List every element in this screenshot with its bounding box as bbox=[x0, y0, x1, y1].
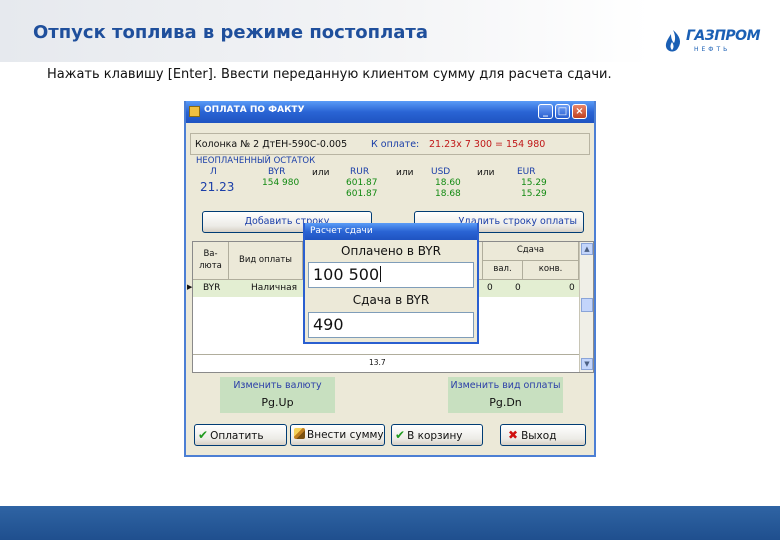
eur-value-1: 15.29 bbox=[521, 178, 547, 188]
exit-button-label: Выход bbox=[521, 430, 557, 442]
change-output[interactable]: 490 bbox=[308, 312, 474, 338]
enter-sum-button[interactable]: Внести сумму bbox=[290, 424, 385, 446]
or-label-1: или bbox=[312, 168, 330, 178]
change-value: 490 bbox=[313, 315, 344, 334]
header-change: Сдача bbox=[483, 242, 579, 261]
change-currency-label: Изменить валюту bbox=[233, 380, 322, 391]
enter-sum-button-label: Внести сумму bbox=[307, 429, 384, 441]
flame-icon bbox=[665, 30, 681, 52]
app-icon bbox=[189, 106, 200, 117]
dialog-titlebar[interactable]: Расчет сдачи bbox=[305, 223, 477, 240]
totals-value: 13.7 bbox=[369, 358, 386, 367]
row-currency: BYR bbox=[203, 283, 221, 293]
usd-value-1: 18.60 bbox=[435, 178, 461, 188]
eur-label: EUR bbox=[517, 167, 536, 177]
close-button[interactable]: × bbox=[572, 104, 587, 119]
check-icon: ✔ bbox=[395, 428, 406, 442]
logo-subtext: НЕФТЬ bbox=[694, 46, 731, 53]
row-value-2: 0 bbox=[515, 283, 521, 293]
header-pay-type: Вид оплаты bbox=[229, 242, 303, 280]
liters-label: Л bbox=[210, 167, 217, 177]
to-cart-button[interactable]: ✔ В корзину bbox=[391, 424, 483, 446]
byr-value: 154 980 bbox=[262, 178, 300, 188]
change-paytype-key: Pg.Dn bbox=[489, 396, 522, 409]
paid-input[interactable]: 100 500 bbox=[308, 262, 474, 288]
row-pointer-icon: ▶ bbox=[187, 283, 193, 291]
minimize-button[interactable]: _ bbox=[538, 104, 553, 119]
scroll-thumb[interactable] bbox=[581, 298, 593, 312]
totals-row: 13.7 bbox=[193, 354, 579, 372]
row-value-1: 0 bbox=[487, 283, 493, 293]
slide-title-bar: Отпуск топлива в режиме постоплата bbox=[0, 0, 650, 62]
change-currency-panel[interactable]: Изменить валюту Pg.Up bbox=[220, 377, 335, 413]
to-pay-label: К оплате: bbox=[371, 139, 420, 150]
logo-text: ГАЗПРОМ bbox=[686, 28, 761, 44]
scroll-down-icon[interactable]: ▼ bbox=[581, 358, 593, 370]
to-pay-value: 21.23х 7 300 = 154 980 bbox=[429, 139, 546, 150]
remainder-panel: НЕОПЛАЧЕННЫЙ ОСТАТОК Л 21.23 BYR 154 980… bbox=[190, 156, 590, 206]
info-panel: Колонка № 2 ДтЕН-590С-0.005 К оплате: 21… bbox=[190, 133, 590, 155]
change-paytype-panel[interactable]: Изменить вид оплаты Pg.Dn bbox=[448, 377, 563, 413]
maximize-button[interactable]: □ bbox=[555, 104, 570, 119]
check-icon: ✔ bbox=[198, 428, 209, 442]
column-info: Колонка № 2 ДтЕН-590С-0.005 bbox=[195, 139, 348, 150]
header-change-converted: конв. bbox=[523, 261, 579, 280]
liters-value: 21.23 bbox=[200, 180, 235, 194]
header-currency: Ва- люта bbox=[193, 242, 229, 280]
usd-label: USD bbox=[431, 167, 451, 177]
rur-value-2: 601.87 bbox=[346, 189, 378, 199]
slide-footer-bar bbox=[0, 506, 780, 540]
row-pay-type: Наличная bbox=[251, 283, 298, 293]
change-calculation-dialog: Расчет сдачи Оплачено в BYR 100 500 Сдач… bbox=[303, 223, 479, 344]
instruction-text: Нажать клавишу [Enter]. Ввести переданну… bbox=[47, 67, 612, 82]
row-value-3: 0 bbox=[569, 283, 575, 293]
pencil-icon bbox=[294, 428, 305, 439]
or-label-2: или bbox=[396, 168, 414, 178]
window-title: ОПЛАТА ПО ФАКТУ bbox=[204, 105, 305, 115]
change-paytype-label: Изменить вид оплаты bbox=[450, 380, 561, 391]
or-label-3: или bbox=[477, 168, 495, 178]
text-caret bbox=[380, 266, 382, 282]
paid-label: Оплачено в BYR bbox=[341, 244, 441, 258]
dialog-title: Расчет сдачи bbox=[310, 226, 373, 236]
remainder-title: НЕОПЛАЧЕННЫЙ ОСТАТОК bbox=[196, 156, 316, 166]
scroll-up-icon[interactable]: ▲ bbox=[581, 243, 593, 255]
slide-title: Отпуск топлива в режиме постоплата bbox=[33, 22, 428, 43]
rur-value-1: 601.87 bbox=[346, 178, 378, 188]
gazprom-logo: ГАЗПРОМ НЕФТЬ bbox=[660, 26, 761, 58]
to-cart-button-label: В корзину bbox=[407, 430, 463, 442]
window-titlebar[interactable]: ОПЛАТА ПО ФАКТУ _ □ × bbox=[186, 101, 594, 123]
header-change-currency: вал. bbox=[483, 261, 523, 280]
change-label: Сдача в BYR bbox=[352, 293, 430, 307]
pay-button[interactable]: ✔ Оплатить bbox=[194, 424, 287, 446]
byr-label: BYR bbox=[268, 167, 286, 177]
pay-button-label: Оплатить bbox=[210, 430, 264, 442]
exit-button[interactable]: ✖ Выход bbox=[500, 424, 586, 446]
grid-scrollbar[interactable]: ▲ ▼ bbox=[579, 242, 593, 372]
rur-label: RUR bbox=[350, 167, 370, 177]
change-currency-key: Pg.Up bbox=[261, 396, 294, 409]
eur-value-2: 15.29 bbox=[521, 189, 547, 199]
usd-value-2: 18.68 bbox=[435, 189, 461, 199]
close-x-icon: ✖ bbox=[508, 428, 519, 442]
paid-value: 100 500 bbox=[313, 265, 380, 284]
